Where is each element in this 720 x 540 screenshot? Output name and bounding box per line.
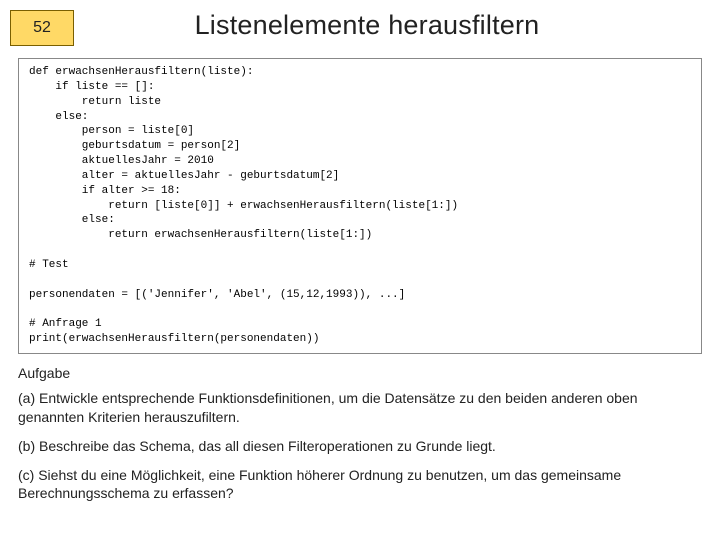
page-number-box: 52 bbox=[10, 10, 74, 46]
header: 52 Listenelemente herausfiltern bbox=[0, 0, 720, 50]
slide: 52 Listenelemente herausfiltern def erwa… bbox=[0, 0, 720, 540]
task-c: (c) Siehst du eine Möglichkeit, eine Fun… bbox=[18, 466, 702, 504]
tasks-heading: Aufgabe bbox=[18, 364, 702, 383]
slide-title: Listenelemente herausfiltern bbox=[74, 10, 720, 41]
code-block: def erwachsenHerausfiltern(liste): if li… bbox=[18, 58, 702, 354]
page-number: 52 bbox=[33, 19, 51, 37]
task-a: (a) Entwickle entsprechende Funktionsdef… bbox=[18, 389, 702, 427]
task-b: (b) Beschreibe das Schema, das all diese… bbox=[18, 437, 702, 456]
